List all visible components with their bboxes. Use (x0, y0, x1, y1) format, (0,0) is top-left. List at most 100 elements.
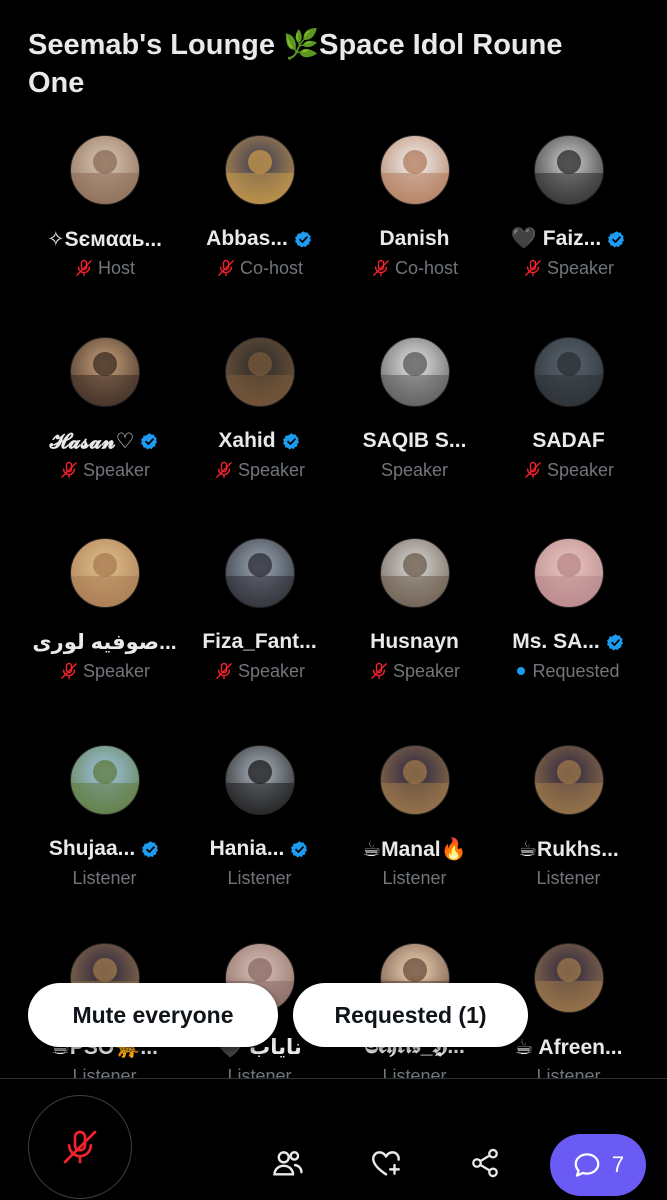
verified-badge-icon (294, 230, 311, 247)
mute-everyone-button[interactable]: Mute everyone (28, 983, 278, 1047)
verified-badge-icon (291, 840, 308, 857)
avatar-head-shape (402, 149, 427, 174)
participants-row: Shujaa... Listener Hania... Listener ☕Manal🔥… (27, 745, 647, 935)
participant-role-row: Requested (491, 658, 646, 684)
participant-tile[interactable]: SAQIB S... Speaker (337, 337, 492, 483)
participant-role: Host (97, 257, 135, 278)
participant-role-row: Listener (491, 865, 646, 891)
avatar (69, 135, 140, 205)
participant-tile[interactable]: Hania... Listener (182, 745, 337, 891)
avatar-head-shape (402, 351, 427, 376)
participant-name: Husnayn (370, 630, 459, 653)
avatar-head-shape (556, 351, 581, 376)
avatar-head-shape (556, 759, 581, 784)
avatar (69, 745, 140, 815)
participant-role: Speaker (392, 660, 461, 681)
participant-name-row: Fiza_Fant... (182, 628, 337, 656)
avatar-body-shape (225, 576, 294, 607)
participant-name-row: Ms. SA... (491, 628, 646, 656)
participant-role: Speaker (82, 459, 151, 480)
avatar-body-shape (534, 981, 603, 1012)
avatar (224, 538, 295, 608)
participant-role: Speaker (546, 257, 615, 278)
share-icon (472, 1148, 498, 1178)
verified-badge-icon (606, 633, 623, 650)
avatar-body-shape (380, 576, 449, 607)
participant-tile[interactable]: ☕Manal🔥 Listener (337, 745, 492, 891)
participant-role: Requested (532, 660, 620, 681)
avatar-head-shape (247, 149, 272, 174)
participant-name: صوفيه لوری... (32, 630, 177, 654)
participant-role-row: Speaker (491, 457, 646, 483)
participant-tile[interactable]: Fiza_Fant... Speaker (182, 538, 337, 684)
participant-tile[interactable]: ✧Ѕємααь... Host (27, 135, 182, 281)
participant-tile[interactable]: 𝓗𝓪𝓼𝓪𝓷♡ Speaker (27, 337, 182, 483)
participant-name-row: SADAF (491, 427, 646, 455)
heart-plus-icon (372, 1151, 400, 1176)
avatar-body-shape (380, 173, 449, 204)
participant-role: Speaker (380, 459, 449, 480)
participant-tile[interactable]: Xahid Speaker (182, 337, 337, 483)
requested-button[interactable]: Requested (1) (293, 983, 528, 1047)
avatar-body-shape (70, 783, 139, 814)
participant-tile[interactable]: Ms. SA... Requested (491, 538, 646, 684)
chat-icon (574, 1153, 600, 1177)
avatar (379, 745, 450, 815)
avatar (224, 337, 295, 407)
verified-badge-icon (608, 230, 625, 247)
mic-off-icon (76, 259, 92, 277)
participant-role: Speaker (237, 459, 306, 480)
participant-name: 🖤 Faiz... (510, 227, 602, 250)
participant-name-row: ✧Ѕємααь... (27, 225, 182, 253)
participant-name: Xahid (218, 429, 276, 452)
avatar (533, 538, 604, 608)
people-button[interactable] (270, 1145, 306, 1181)
avatar-head-shape (92, 149, 117, 174)
participant-tile[interactable]: SADAF Speaker (491, 337, 646, 483)
participant-tile[interactable]: Shujaa... Listener (27, 745, 182, 891)
avatar (379, 135, 450, 205)
mic-off-icon (218, 259, 234, 277)
participant-name: ☕Manal🔥 (362, 837, 467, 861)
participant-role-row: Host (27, 255, 182, 281)
participant-name-row: Xahid (182, 427, 337, 455)
participant-role: Listener (227, 867, 292, 888)
avatar (533, 337, 604, 407)
participant-tile[interactable]: Danish Co-host (337, 135, 492, 281)
mic-off-icon (525, 259, 541, 277)
people-icon (273, 1151, 303, 1176)
avatar-body-shape (534, 375, 603, 406)
share-button[interactable] (467, 1145, 503, 1181)
participant-tile[interactable]: 🖤 Faiz... Speaker (491, 135, 646, 281)
microphone-toggle-button[interactable] (28, 1095, 132, 1199)
mic-off-icon (373, 259, 389, 277)
avatar-head-shape (402, 957, 427, 982)
avatar-head-shape (247, 957, 272, 982)
participant-tile[interactable]: ☕Rukhs... Listener (491, 745, 646, 891)
avatar-body-shape (380, 783, 449, 814)
participant-tile[interactable]: Abbas... Co-host (182, 135, 337, 281)
avatar-body-shape (225, 375, 294, 406)
avatar-head-shape (247, 759, 272, 784)
avatar (224, 745, 295, 815)
avatar-head-shape (92, 759, 117, 784)
participant-role: Listener (72, 867, 137, 888)
participant-name: Abbas... (206, 227, 288, 250)
avatar-body-shape (225, 783, 294, 814)
participant-name-row: ☕Manal🔥 (337, 835, 492, 863)
participant-role-row: Co-host (337, 255, 492, 281)
mic-off-icon (216, 461, 232, 479)
react-button[interactable] (368, 1145, 404, 1181)
participant-role-row: Co-host (182, 255, 337, 281)
participant-tile[interactable]: Husnayn Speaker (337, 538, 492, 684)
avatar-body-shape (534, 783, 603, 814)
participant-tile[interactable]: صوفيه لوری... Speaker (27, 538, 182, 684)
space-title: Seemab's Lounge 🌿Space Idol Roune One (28, 29, 563, 99)
mic-off-icon (61, 662, 77, 680)
chat-button[interactable]: 7 (550, 1134, 646, 1196)
participant-role-row: Speaker (337, 658, 492, 684)
avatar-body-shape (534, 173, 603, 204)
avatar-head-shape (92, 957, 117, 982)
avatar (379, 538, 450, 608)
verified-badge-icon (282, 432, 299, 449)
